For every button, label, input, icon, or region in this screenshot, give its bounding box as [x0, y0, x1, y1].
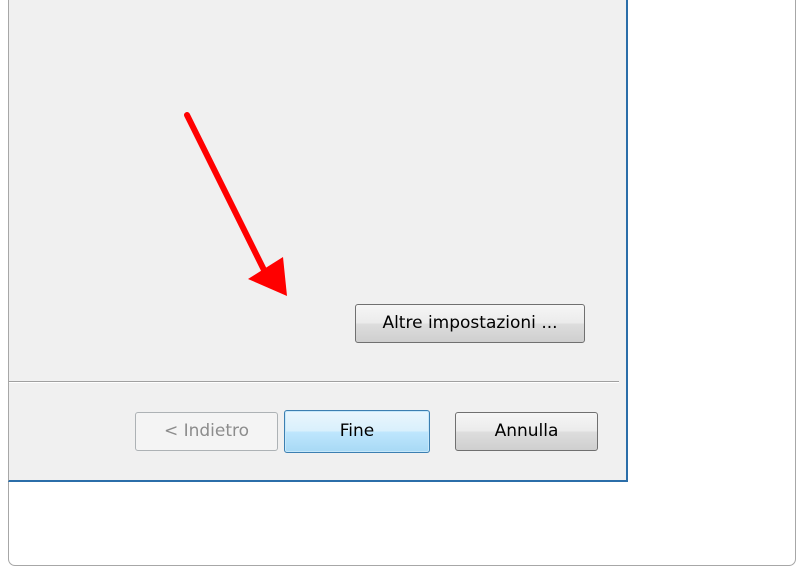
- wizard-dialog: Altre impostazioni ... < Indietro Fine A…: [8, 0, 628, 482]
- red-arrow-icon: [184, 112, 287, 296]
- arrow-shaft: [184, 112, 267, 273]
- cancel-button[interactable]: Annulla: [455, 412, 598, 451]
- more-settings-button[interactable]: Altre impostazioni ...: [355, 304, 585, 343]
- finish-button[interactable]: Fine: [284, 410, 430, 453]
- back-button[interactable]: < Indietro: [135, 412, 278, 451]
- footer-separator: [9, 381, 619, 383]
- arrow-head: [248, 257, 287, 296]
